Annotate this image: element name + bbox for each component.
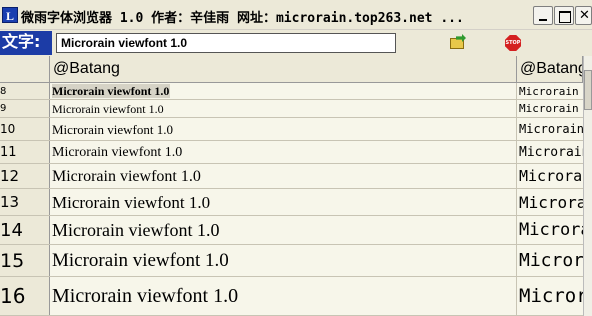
sample-cell-2[interactable]: Microrain viewfont 1.0 bbox=[517, 216, 583, 244]
sample-text: Microrain viewfont 1.0 bbox=[52, 285, 239, 307]
table-row[interactable]: 10Microrain viewfont 1.0Microrain viewfo… bbox=[0, 118, 583, 141]
window-title: 微雨字体浏览器 1.0 作者：辛佳雨 网址：microrain.top263.n… bbox=[21, 11, 464, 26]
sample-text: Microrain viewfont 1.0 bbox=[52, 193, 211, 212]
sample-text: Microrain viewfont 1.0 bbox=[52, 145, 183, 160]
sample-text-input[interactable]: Microrain viewfont 1.0 bbox=[56, 33, 396, 53]
table-row[interactable]: 13Microrain viewfont 1.0Microrain viewfo… bbox=[0, 189, 583, 216]
row-size-label: 14 bbox=[0, 216, 50, 244]
row-size-label: 10 bbox=[0, 118, 50, 140]
row-size-label: 11 bbox=[0, 141, 50, 163]
sample-cell[interactable]: Microrain viewfont 1.0 bbox=[50, 83, 517, 99]
close-button[interactable]: ✕ bbox=[575, 6, 592, 25]
input-toolbar: 文字: Microrain viewfont 1.0 STOP bbox=[0, 30, 592, 56]
row-size-label: 8 bbox=[0, 83, 50, 99]
sample-cell[interactable]: Microrain viewfont 1.0 bbox=[50, 100, 517, 117]
sample-cell[interactable]: Microrain viewfont 1.0 bbox=[50, 118, 517, 140]
sample-cell-2[interactable]: Microrain viewfont 1.0 bbox=[517, 100, 583, 117]
table-row[interactable]: 14Microrain viewfont 1.0Microrain viewfo… bbox=[0, 216, 583, 245]
row-size-label: 15 bbox=[0, 245, 50, 276]
sample-cell[interactable]: Microrain viewfont 1.0 bbox=[50, 164, 517, 188]
sample-cell-2[interactable]: Microrain viewfont 1.0 bbox=[517, 189, 583, 215]
vertical-scrollbar[interactable] bbox=[583, 56, 592, 316]
column-header-font[interactable]: @Batang bbox=[50, 56, 517, 83]
sample-cell-2[interactable]: Microrain viewfont 1.0 bbox=[517, 141, 583, 163]
sample-cell[interactable]: Microrain viewfont 1.0 bbox=[50, 189, 517, 215]
sample-cell-2[interactable]: Microrain viewfont 1.0 bbox=[517, 245, 583, 276]
column-header-font-2[interactable]: @Batang bbox=[517, 56, 583, 83]
sample-text: Microrain viewfont 1.0 bbox=[52, 220, 220, 240]
row-size-label: 13 bbox=[0, 189, 50, 215]
stop-button[interactable]: STOP bbox=[502, 33, 524, 53]
close-icon: ✕ bbox=[579, 8, 590, 23]
sample-text: Microrain viewfont 1.0 bbox=[52, 102, 164, 116]
sample-cell-2[interactable]: Microrain viewfont 1.0 bbox=[517, 83, 583, 99]
sample-cell[interactable]: Microrain viewfont 1.0 bbox=[50, 216, 517, 244]
sample-cell[interactable]: Microrain viewfont 1.0 bbox=[50, 141, 517, 163]
table-row[interactable]: 8Microrain viewfont 1.0Microrain viewfon… bbox=[0, 83, 583, 100]
table-row[interactable]: 12Microrain viewfont 1.0Microrain viewfo… bbox=[0, 164, 583, 189]
sample-text: Microrain viewfont 1.0 bbox=[52, 168, 201, 185]
minimize-button[interactable] bbox=[533, 6, 553, 25]
sample-cell-2[interactable]: Microrain viewfont 1.0 bbox=[517, 277, 583, 315]
scrollbar-thumb[interactable] bbox=[584, 70, 592, 110]
maximize-button[interactable] bbox=[554, 6, 574, 25]
sample-text: Microrain viewfont 1.0 bbox=[52, 122, 173, 137]
table-row[interactable]: 16Microrain viewfont 1.0Microrain viewfo… bbox=[0, 277, 583, 316]
app-logo-icon: L bbox=[2, 7, 18, 23]
table-row[interactable]: 11Microrain viewfont 1.0Microrain viewfo… bbox=[0, 141, 583, 164]
sample-cell-2[interactable]: Microrain viewfont 1.0 bbox=[517, 118, 583, 140]
row-size-label: 9 bbox=[0, 100, 50, 117]
sample-cell-2[interactable]: Microrain viewfont 1.0 bbox=[517, 164, 583, 188]
row-size-label: 12 bbox=[0, 164, 50, 188]
table-row[interactable]: 15Microrain viewfont 1.0Microrain viewfo… bbox=[0, 245, 583, 277]
title-bar: L 微雨字体浏览器 1.0 作者：辛佳雨 网址：microrain.top263… bbox=[0, 0, 592, 30]
sample-cell[interactable]: Microrain viewfont 1.0 bbox=[50, 277, 517, 315]
sample-text: Microrain viewfont 1.0 bbox=[52, 84, 171, 98]
font-preview-grid[interactable]: @Batang @Batang 8 Microrain viewfont 1.0 M… bbox=[0, 56, 592, 316]
sample-cell[interactable]: Microrain viewfont 1.0 bbox=[50, 245, 517, 276]
table-row[interactable]: 9Microrain viewfont 1.0Microrain viewfon… bbox=[0, 100, 583, 118]
row-size-label: 16 bbox=[0, 277, 50, 315]
sample-text: Microrain viewfont 1.0 bbox=[52, 250, 229, 271]
open-folder-icon bbox=[450, 38, 464, 49]
stop-icon: STOP bbox=[505, 35, 521, 51]
grid-corner bbox=[0, 56, 50, 83]
open-button[interactable] bbox=[446, 33, 468, 53]
text-label: 文字: bbox=[0, 31, 52, 55]
